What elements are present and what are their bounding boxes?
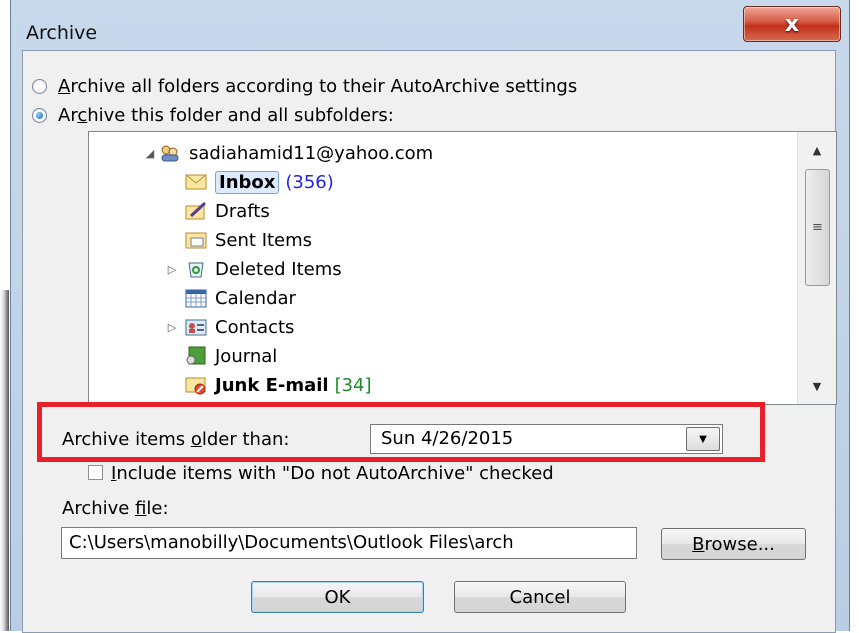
archive-file-label: Archive file: <box>62 498 169 519</box>
scroll-thumb[interactable]: ≡ <box>805 169 830 286</box>
include-checkbox-label: Include items with "Do not AutoArchive" … <box>111 463 554 484</box>
tree-item-deleted-items[interactable]: ▷ Deleted Items <box>163 255 342 283</box>
archive-this-folder-radio[interactable] <box>32 108 47 123</box>
junk-count: [34] <box>334 374 372 396</box>
tree-item-label: Calendar <box>215 287 296 309</box>
archive-all-label: Archive all folders according to their A… <box>58 76 578 97</box>
tree-account-row[interactable]: ◢ sadiahamid11@yahoo.com <box>141 139 433 167</box>
collapse-icon[interactable]: ◢ <box>141 147 159 160</box>
browse-label: Browse... <box>692 533 775 555</box>
dialog-title: Archive <box>26 22 98 44</box>
calendar-icon <box>185 288 207 308</box>
archive-all-radio[interactable] <box>32 79 47 94</box>
tree-item-label: Sent Items <box>215 229 313 251</box>
window-edge <box>0 290 9 631</box>
account-icon <box>159 143 181 163</box>
tree-item-contacts[interactable]: ▷ Contacts <box>163 313 295 341</box>
expand-icon[interactable]: ▷ <box>163 263 181 276</box>
archive-this-folder-option[interactable]: Archive this folder and all subfolders: <box>32 105 394 126</box>
tree-item-sent-items[interactable]: Sent Items <box>185 226 312 254</box>
tree-item-label: Inbox <box>215 170 280 194</box>
tree-item-calendar[interactable]: Calendar <box>185 284 296 312</box>
tree-item-label: Contacts <box>215 316 295 338</box>
deleted-items-icon <box>185 259 207 279</box>
close-icon: x <box>784 11 800 37</box>
contacts-icon <box>185 317 207 337</box>
folder-tree[interactable]: ◢ sadiahamid11@yahoo.com Inbox (356) Dra… <box>88 131 837 405</box>
tree-item-junk-email[interactable]: Junk E-mail [34] <box>185 371 372 399</box>
tree-item-label: Deleted Items <box>215 258 342 280</box>
cancel-button[interactable]: Cancel <box>454 581 626 613</box>
ok-button[interactable]: OK <box>251 581 424 613</box>
browse-button[interactable]: Browse... <box>661 528 806 560</box>
tree-item-label: Drafts <box>215 200 270 222</box>
unread-count: (356) <box>285 171 334 193</box>
tree-item-journal[interactable]: Journal <box>185 342 277 370</box>
sent-items-icon <box>185 230 207 250</box>
close-button[interactable]: x <box>743 6 841 42</box>
expand-icon[interactable]: ▷ <box>163 321 181 334</box>
journal-icon <box>185 346 207 366</box>
include-do-not-autoarchive-checkbox[interactable] <box>88 465 103 480</box>
scroll-down-icon[interactable]: ▼ <box>798 372 836 400</box>
tree-item-label: Junk E-mail <box>215 374 329 396</box>
archive-this-folder-label: Archive this folder and all subfolders: <box>58 105 394 126</box>
drafts-icon <box>185 201 207 221</box>
archive-all-option[interactable]: Archive all folders according to their A… <box>32 76 577 97</box>
scroll-up-icon[interactable]: ▲ <box>798 136 836 164</box>
archive-file-input[interactable]: C:\Users\manobilly\Documents\Outlook Fil… <box>61 527 637 559</box>
account-name: sadiahamid11@yahoo.com <box>189 142 434 164</box>
tree-item-label: Journal <box>215 345 278 367</box>
tree-item-inbox[interactable]: Inbox (356) <box>185 168 334 196</box>
junk-email-icon <box>185 375 207 395</box>
tree-item-drafts[interactable]: Drafts <box>185 197 270 225</box>
tree-scrollbar[interactable]: ▲ ≡ ▼ <box>797 132 836 404</box>
inbox-icon <box>185 172 207 192</box>
highlight-box <box>37 402 765 462</box>
